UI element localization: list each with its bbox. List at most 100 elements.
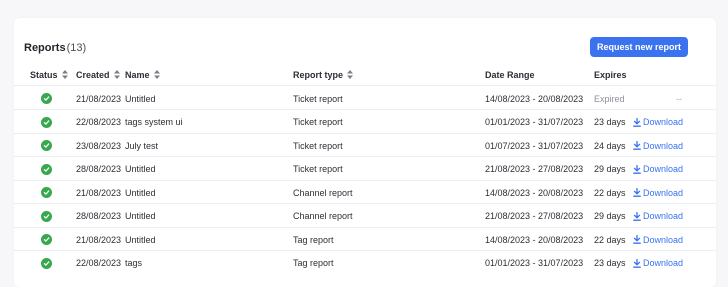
column-report-type-label: Report type — [293, 70, 344, 80]
table-row: 22/08/2023 tags system ui Ticket report 01/… — [14, 111, 716, 134]
table-row: 21/08/2023 Untitled Ticket report 14/08/202… — [14, 87, 716, 110]
check-circle-icon — [41, 93, 52, 104]
status-cell — [41, 181, 52, 204]
download-icon — [633, 235, 641, 244]
sort-icon — [153, 69, 160, 81]
download-icon — [633, 258, 641, 268]
download-icon — [633, 141, 641, 150]
download-label: Download — [643, 164, 684, 174]
report-count: (13) — [66, 42, 87, 54]
download-link[interactable]: Download — [633, 252, 683, 275]
table-row: 28/08/2023 Untitled Ticket report 21/08/202… — [14, 158, 716, 181]
table-header: Status Created Name Report type Date Ran… — [14, 64, 716, 86]
report-name-cell: Untitled — [125, 211, 156, 221]
check-circle-icon — [41, 140, 52, 151]
check-circle-icon — [41, 257, 52, 269]
created-cell: 23/08/2023 — [75, 140, 121, 151]
report-type-cell: Channel report — [293, 211, 353, 221]
status-cell — [41, 252, 52, 275]
date-range-cell: 21/08/2023 - 27/08/2023 — [485, 211, 584, 221]
report-type-cell: Tag report — [293, 234, 334, 245]
check-circle-icon — [41, 163, 52, 175]
expires-cell: 24 days — [594, 140, 626, 151]
table-row: 21/08/2023 Untitled Channel report 14/08/20… — [14, 181, 716, 204]
report-name-cell: tags system ui — [125, 117, 183, 127]
created-cell: 22/08/2023 — [75, 117, 121, 127]
no-action-dash: -- — [676, 93, 682, 104]
date-range-cell: 14/08/2023 - 20/08/2023 — [485, 187, 584, 198]
date-range-cell: 14/08/2023 - 20/08/2023 — [485, 93, 584, 104]
expires-cell: 22 days — [594, 187, 626, 198]
report-type-cell: Ticket report — [293, 93, 343, 104]
download-icon — [633, 188, 641, 197]
sort-icon — [347, 69, 354, 81]
request-new-report-button[interactable]: Request new report — [589, 37, 688, 57]
report-name-cell: Untitled — [125, 93, 156, 104]
reports-header: Reports (13) Request new report — [24, 37, 688, 58]
status-cell — [41, 158, 52, 181]
created-cell: 21/08/2023 — [75, 234, 121, 245]
download-link[interactable]: Download — [633, 111, 683, 134]
report-type-cell: Ticket report — [293, 140, 343, 151]
column-report-type[interactable]: Report type — [293, 64, 354, 86]
report-name-cell: Untitled — [125, 234, 156, 245]
table-row: 21/08/2023 Untitled Tag report 14/08/2023 -… — [14, 228, 716, 251]
expires-cell: 23 days — [594, 258, 626, 268]
column-expires-label: Expires — [594, 70, 627, 80]
sort-icon — [113, 69, 120, 81]
download-icon — [633, 117, 641, 127]
column-created[interactable]: Created — [76, 64, 120, 86]
download-label: Download — [643, 187, 684, 198]
created-cell: 22/08/2023 — [75, 258, 121, 268]
created-cell: 21/08/2023 — [75, 187, 121, 198]
date-range-cell: 01/07/2023 - 31/07/2023 — [485, 140, 584, 151]
check-circle-icon — [41, 116, 52, 128]
report-name-cell: Untitled — [125, 164, 156, 174]
download-label: Download — [643, 258, 684, 268]
table-row: 28/08/2023 Untitled Channel report 21/08/20… — [14, 205, 716, 228]
expires-cell: 29 days — [594, 211, 626, 221]
column-status[interactable]: Status — [30, 64, 68, 86]
column-date-range: Date Range — [485, 64, 535, 86]
date-range-cell: 01/01/2023 - 31/07/2023 — [485, 117, 584, 127]
column-status-label: Status — [30, 70, 58, 80]
date-range-cell: 14/08/2023 - 20/08/2023 — [485, 234, 584, 245]
table-row: 23/08/2023 July test Ticket report 01/07/20… — [14, 134, 716, 157]
download-label: Download — [643, 117, 684, 127]
report-type-cell: Ticket report — [293, 117, 343, 127]
status-cell — [41, 134, 52, 157]
report-name-cell: tags — [125, 258, 143, 268]
download-link[interactable]: Download — [633, 205, 683, 228]
column-name-label: Name — [125, 70, 150, 80]
expires-cell: 29 days — [594, 164, 626, 174]
created-cell: 28/08/2023 — [75, 164, 121, 174]
table-row: 22/08/2023 tags Tag report 01/01/2023 - 31/… — [14, 252, 716, 275]
report-type-cell: Tag report — [293, 258, 334, 268]
download-link[interactable]: Download — [633, 228, 683, 251]
sort-icon — [61, 69, 68, 81]
download-icon — [633, 211, 641, 221]
download-link[interactable]: Download — [633, 134, 683, 157]
status-cell — [41, 205, 52, 228]
report-type-cell: Ticket report — [293, 164, 343, 174]
check-circle-icon — [41, 187, 52, 198]
column-date-range-label: Date Range — [485, 70, 535, 80]
download-link[interactable]: Download — [633, 181, 683, 204]
check-circle-icon — [41, 234, 52, 245]
report-type-cell: Channel report — [293, 187, 353, 198]
reports-card: Reports (13) Request new report Status C… — [14, 18, 716, 287]
created-cell: 28/08/2023 — [75, 211, 121, 221]
status-cell — [41, 87, 52, 110]
date-range-cell: 21/08/2023 - 27/08/2023 — [485, 164, 584, 174]
report-name-cell: Untitled — [125, 187, 156, 198]
column-name[interactable]: Name — [125, 64, 160, 86]
expires-cell: 22 days — [594, 234, 626, 245]
download-link[interactable]: Download — [633, 158, 683, 181]
report-name-cell: July test — [125, 140, 159, 151]
download-icon — [633, 164, 641, 174]
expires-cell: Expired — [594, 93, 625, 104]
created-cell: 21/08/2023 — [75, 93, 121, 104]
download-label: Download — [643, 234, 684, 245]
download-label: Download — [643, 140, 684, 151]
download-label: Download — [643, 211, 684, 221]
